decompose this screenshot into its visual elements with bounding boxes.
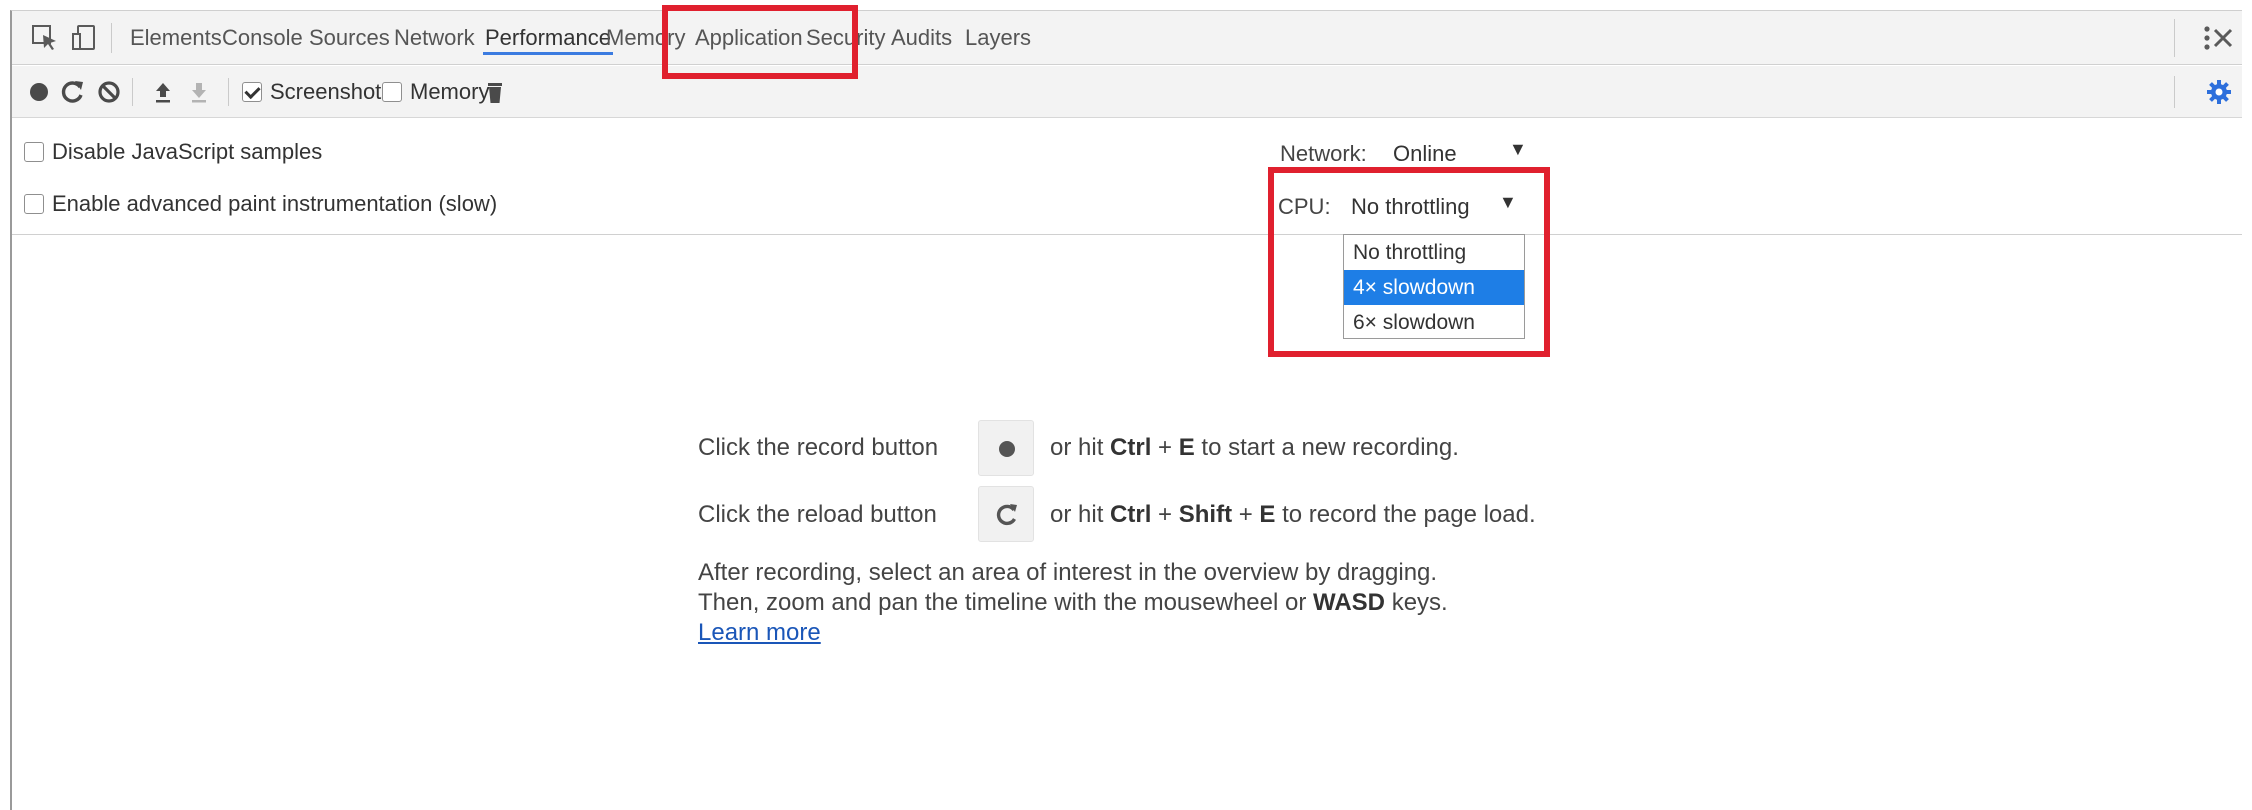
cpu-dropdown-arrow-icon[interactable]: ▼ [1499,192,1517,213]
cpu-label: CPU: [1278,194,1331,219]
tab-audits[interactable]: Audits [891,11,952,65]
tab-security[interactable]: Security [806,11,885,65]
reload-instruction-text: Click the reload button [698,501,937,528]
record-icon[interactable] [24,77,54,107]
network-throttle-select[interactable]: Online [1393,141,1457,167]
settings-gear-icon[interactable] [2204,77,2234,107]
screenshots-checkbox[interactable] [242,82,262,102]
devtools-tab-bar: Elements Console Sources Network Perform… [12,11,2242,65]
devtools-window: Elements Console Sources Network Perform… [10,5,2242,810]
capture-settings-pane: Disable JavaScript samples Enable advanc… [12,119,2242,235]
tabbar-divider [2174,19,2175,57]
close-icon[interactable] [2208,23,2238,53]
toolbar-divider [132,78,133,106]
tab-elements[interactable]: Elements [130,11,222,65]
load-profile-icon[interactable] [148,77,178,107]
hint-line-1: After recording, select an area of inter… [698,559,1438,586]
landing-reload-button[interactable] [978,486,1034,542]
tab-sources[interactable]: Sources [309,11,390,65]
cpu-option-6x-slowdown[interactable]: 6× slowdown [1344,305,1524,340]
reload-shortcut-text: or hit Ctrl + Shift + E to record the pa… [1050,501,1536,528]
toolbar-divider [228,78,229,106]
reload-record-icon[interactable] [58,77,88,107]
cpu-throttle-dropdown[interactable]: No throttling 4× slowdown 6× slowdown [1343,234,1525,339]
memory-checkbox[interactable] [382,82,402,102]
disable-js-samples-label: Disable JavaScript samples [52,139,323,164]
network-dropdown-arrow-icon[interactable]: ▼ [1509,139,1527,160]
record-shortcut-text: or hit Ctrl + E to start a new recording… [1050,434,1459,461]
toolbar-divider [111,23,112,53]
disable-js-samples-checkbox[interactable] [24,142,44,162]
landing-record-button[interactable] [978,420,1034,476]
memory-label: Memory [410,79,490,104]
tab-application[interactable]: Application [695,11,803,65]
garbage-collect-icon[interactable] [480,77,510,107]
inspect-element-icon[interactable] [30,23,60,53]
tab-performance[interactable]: Performance [483,11,613,65]
toolbar-divider [2174,76,2175,108]
save-profile-icon[interactable] [184,77,214,107]
learn-more-link[interactable]: Learn more [698,619,821,647]
tab-memory[interactable]: Memory [606,11,685,65]
tab-network[interactable]: Network [394,11,475,65]
network-label: Network: [1280,141,1367,166]
advanced-paint-label: Enable advanced paint instrumentation (s… [52,191,498,216]
screenshots-label: Screenshots [270,79,393,104]
tab-console[interactable]: Console [222,11,303,65]
device-toolbar-icon[interactable] [70,23,100,53]
cpu-option-no-throttling[interactable]: No throttling [1344,235,1524,270]
cpu-option-4x-slowdown[interactable]: 4× slowdown [1344,270,1524,305]
tab-layers[interactable]: Layers [965,11,1031,65]
hint-line-2: Then, zoom and pan the timeline with the… [698,589,1448,616]
cpu-throttle-select[interactable]: No throttling [1351,194,1470,220]
advanced-paint-checkbox[interactable] [24,194,44,214]
performance-toolbar: Screenshots Memory [12,66,2242,118]
record-instruction-text: Click the record button [698,434,939,461]
clear-icon[interactable] [94,77,124,107]
